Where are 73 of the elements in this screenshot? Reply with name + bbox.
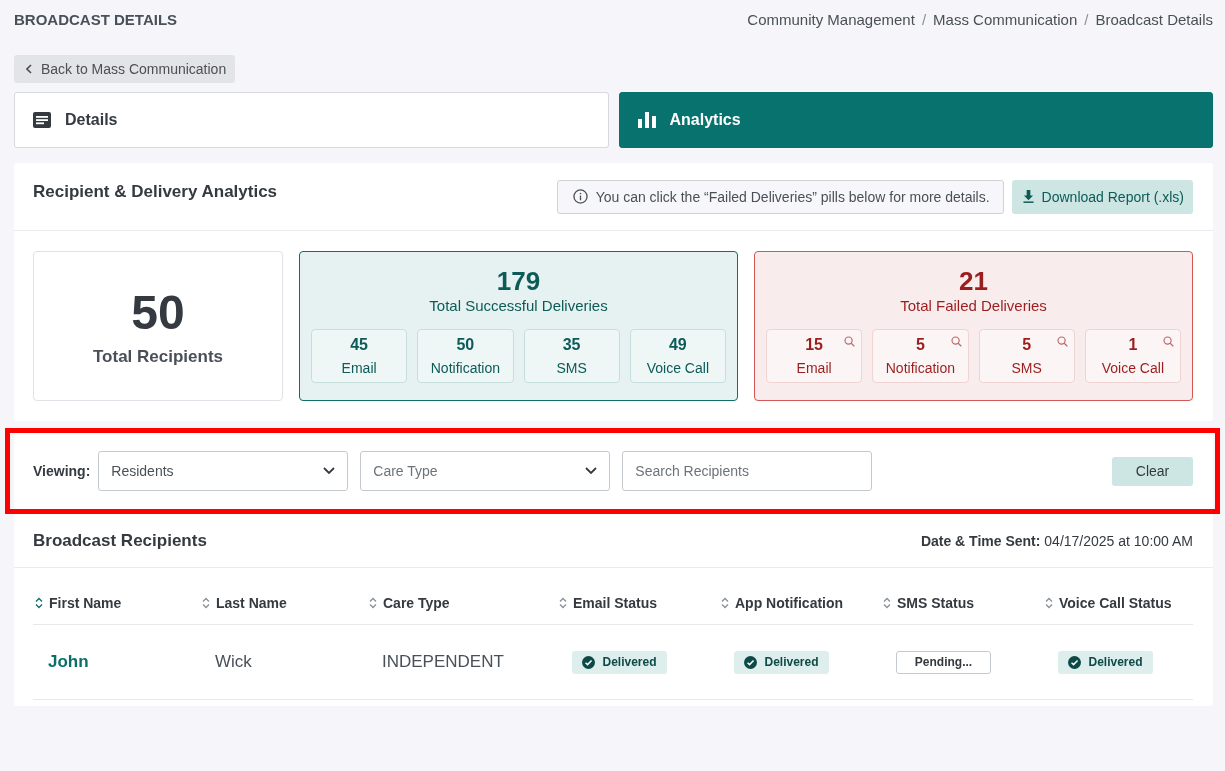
tab[interactable]: Analytics xyxy=(618,92,1213,148)
channel-count: 5 xyxy=(915,335,925,354)
channel-pill[interactable]: 15 Email xyxy=(766,329,863,383)
search-icon xyxy=(1163,336,1174,347)
channel-count: 49 xyxy=(668,335,687,354)
channel-count: 35 xyxy=(562,335,581,354)
viewing-label: Viewing: xyxy=(33,463,91,479)
column-header[interactable]: App Notification xyxy=(719,595,881,611)
date-sent-text: Date & Time Sent: 04/17/2025 at 10:00 AM xyxy=(920,532,1193,549)
column-header[interactable]: Care Type xyxy=(367,595,557,611)
channel-label: Email xyxy=(341,358,377,377)
breadcrumb-separator: / xyxy=(921,10,927,28)
channel-pill[interactable]: 1 Voice Call xyxy=(1084,329,1181,383)
tab[interactable]: Details xyxy=(14,92,609,148)
channel-count: 50 xyxy=(456,335,475,354)
stat-label: Total Successful Deliveries xyxy=(429,296,608,316)
bar-chart-icon xyxy=(637,112,656,128)
channel-count: 45 xyxy=(350,335,368,354)
status-badge: Delivered xyxy=(572,650,667,674)
channel-label: Voice Call xyxy=(1101,358,1164,377)
channel-pill[interactable]: 5 Notification xyxy=(872,329,969,383)
channel-label: Voice Call xyxy=(646,358,709,377)
first-name-link[interactable]: John xyxy=(48,652,89,672)
document-icon xyxy=(33,112,51,128)
stat-label: Total Recipients xyxy=(92,347,223,367)
column-header[interactable]: First Name xyxy=(33,595,200,611)
status-badge: Pending... xyxy=(896,650,991,674)
channel-label: SMS xyxy=(1011,358,1042,377)
breadcrumb-link[interactable]: Community Management xyxy=(747,10,915,28)
care-type-text: INDEPENDENT xyxy=(382,652,504,672)
status-badge: Delivered xyxy=(1058,650,1153,674)
channel-count: 1 xyxy=(1128,335,1138,354)
column-header[interactable]: SMS Status xyxy=(881,595,1043,611)
stat-value: 179 xyxy=(496,266,541,296)
search-icon xyxy=(950,336,962,347)
channel-label: Email xyxy=(796,358,832,377)
status-badge: Delivered xyxy=(734,650,829,674)
channel-label: SMS xyxy=(556,358,587,377)
section-title: Broadcast Recipients xyxy=(33,530,207,551)
channel-label: Notification xyxy=(430,358,500,377)
stat-value: 21 xyxy=(959,266,988,296)
channel-count: 5 xyxy=(1022,335,1032,354)
viewing-dropdown[interactable]: Residents xyxy=(98,451,349,491)
breadcrumb-link[interactable]: Broadcast Details xyxy=(1095,10,1213,28)
search-icon xyxy=(1056,336,1068,347)
channel-label: Notification xyxy=(885,358,955,377)
search-icon xyxy=(844,336,856,347)
chevron-down-icon xyxy=(585,467,598,475)
stat-label: Total Failed Deliveries xyxy=(900,296,1047,316)
channel-pill[interactable]: 5 SMS xyxy=(978,329,1075,383)
column-header[interactable]: Email Status xyxy=(557,595,719,611)
section-title: Recipient & Delivery Analytics xyxy=(33,181,278,202)
column-header[interactable]: Last Name xyxy=(200,595,367,611)
back-button[interactable]: Back to Mass Communication xyxy=(14,55,236,83)
download-button[interactable]: Download Report (.xls) xyxy=(1011,179,1193,214)
care-type-dropdown[interactable]: Care Type xyxy=(360,451,611,491)
column-header[interactable]: Voice Call Status xyxy=(1043,595,1193,611)
check-circle-icon xyxy=(582,655,596,669)
stat-value: 50 xyxy=(131,285,185,341)
channel-count: 15 xyxy=(805,335,823,354)
chevron-left-icon xyxy=(26,64,32,74)
info-icon xyxy=(572,189,588,204)
check-circle-icon xyxy=(744,655,758,669)
page-title: BROADCAST DETAILS xyxy=(14,10,178,28)
clear-button[interactable]: Clear xyxy=(1112,456,1193,486)
chevron-down-icon xyxy=(323,467,336,475)
last-name-text: Wick xyxy=(215,652,252,672)
download-icon xyxy=(1022,190,1034,203)
check-circle-icon xyxy=(1068,655,1082,669)
info-text: You can click the “Failed Deliveries” pills below for more details. xyxy=(595,188,990,205)
breadcrumb-link[interactable]: Mass Communication xyxy=(933,10,1078,28)
breadcrumb-separator: / xyxy=(1084,10,1089,28)
search-field[interactable]: Search Recipients xyxy=(622,451,873,491)
